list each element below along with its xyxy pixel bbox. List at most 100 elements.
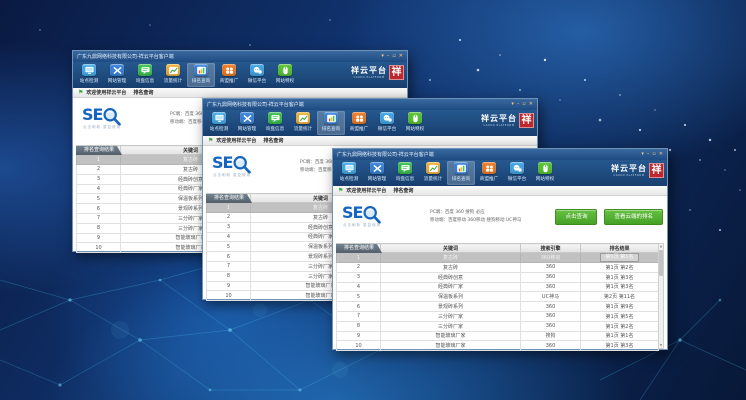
maximize-button[interactable]: ▫ (652, 150, 655, 159)
seo-mobile-line: 移动端：百度移动 360移动 搜狗移动 UC神马 (430, 217, 521, 225)
table-row[interactable]: 3 经典砖创意 360 第1页 第3名 (337, 272, 659, 282)
toolbar-item-label: 网站管理 (108, 77, 126, 83)
toolbar-item-wechat[interactable]: 微信平台 (373, 111, 401, 135)
toolbar-item-inquiry[interactable]: 询盘信息 (391, 161, 419, 185)
toolbar-item-alliance-promo[interactable]: 商盟推广 (345, 111, 373, 135)
seo-wordmark: SE (342, 205, 362, 221)
main-toolbar: 站点检测 网站管理 询盘信息 流量统计 (203, 110, 537, 136)
table-row[interactable]: 9 智能玻璃厂家 搜狗 第1页 第1名 (337, 331, 659, 341)
window-titlebar[interactable]: 广东九鼎网络科技有限公司-祥云平台客户端 ▾ – ▫ ✕ (333, 149, 667, 160)
toolbar-item-label: 微信平台 (508, 175, 526, 181)
maximize-button[interactable]: ▫ (522, 100, 525, 109)
welcome-bar: ⚑ 欢迎使用祥云平台 排名查询 (73, 88, 407, 98)
table-row[interactable]: 2 复古砖 360 第1页 第2名 (337, 263, 659, 273)
toolbar-item-inquiry[interactable]: 询盘信息 (261, 111, 289, 135)
toolbar-item-label: 流量统计 (294, 125, 312, 131)
window-titlebar[interactable]: 广东九鼎网络科技有限公司-祥云平台客户端 ▾ – ▫ ✕ (73, 51, 407, 62)
toolbar-item-inquiry[interactable]: 询盘信息 (131, 63, 159, 87)
welcome-bar: ⚑ 欢迎使用祥云平台 排名查询 (333, 186, 667, 196)
cell-serial: 4 (77, 184, 121, 194)
toolbar-item-site-manage[interactable]: 网站管理 (233, 111, 261, 135)
table-row[interactable]: 6 景观砖系列 360 第1页 第9名 (337, 302, 659, 312)
cell-keyword: 经典砖创意 (381, 272, 521, 282)
chat-icon (380, 112, 394, 124)
main-toolbar: 站点检测 网站管理 询盘信息 流量统计 (333, 160, 667, 186)
toolbar-item-traffic-stats[interactable]: 流量统计 (419, 161, 447, 185)
maximize-button[interactable]: ▫ (392, 52, 395, 61)
window-controls: ▾ – ▫ ✕ (641, 150, 663, 159)
toolbar-item-site-check[interactable]: 站点检测 (335, 161, 363, 185)
toolbar-item-wechat[interactable]: 微信平台 (243, 63, 271, 87)
cell-keyword: 保温板系列 (381, 292, 521, 302)
table-row[interactable]: 8 三分砖厂家 360 第1页 第2名 (337, 321, 659, 331)
toolbar-item-traffic-stats[interactable]: 流量统计 (159, 63, 187, 87)
desktop-background: 广东九鼎网络科技有限公司-祥云平台客户端 ▾ – ▫ ✕ 站点检测 网站管理 (0, 0, 746, 400)
toolbar-item-label: 商盟推广 (220, 77, 238, 83)
cell-serial: 2 (337, 263, 381, 273)
brand-name: 祥云平台 (481, 115, 517, 123)
cell-rank: 第1页 第9名 (581, 302, 659, 312)
scroll-up-arrow[interactable]: ▲ (659, 244, 663, 249)
scrollbar-thumb[interactable] (659, 250, 663, 276)
window-titlebar[interactable]: 广东九鼎网络科技有限公司-祥云平台客户端 ▾ – ▫ ✕ (203, 99, 537, 110)
query-button[interactable]: 点击查询 (555, 209, 597, 225)
app-window: 广东九鼎网络科技有限公司-祥云平台客户端 ▾ – ▫ ✕ 站点检测 网站管理 (332, 148, 668, 350)
seo-magnifier-icon (102, 107, 122, 127)
minimize-button[interactable]: – (517, 100, 520, 109)
tab-rank-results[interactable]: 排名查询结果 (76, 146, 122, 155)
monitor-icon (342, 162, 356, 174)
tab-rank-results[interactable]: 排名查询结果 (206, 194, 252, 203)
brand-block: 祥云平台 CLOUD PLATFORM 祥 (611, 163, 664, 178)
table-row[interactable]: 1 复古砖 360移动 第1页 第1名 (337, 253, 659, 263)
minimize-button[interactable]: – (647, 150, 650, 159)
bar-chart-icon (454, 162, 468, 174)
toolbar-item-rank-query[interactable]: 排名查询 (447, 161, 475, 185)
toolbar-item-label: 网站特权 (536, 175, 554, 181)
toolbar-item-rank-query[interactable]: 排名查询 (187, 63, 215, 87)
toolbar-item-site-privilege[interactable]: 网站特权 (271, 63, 299, 87)
toolbar-item-site-privilege[interactable]: 网站特权 (531, 161, 559, 185)
view-cloud-rank-button[interactable]: 查看云端的排名 (604, 209, 663, 225)
toolbar-item-rank-query[interactable]: 排名查询 (317, 111, 345, 135)
seo-magnifier-icon (232, 155, 252, 175)
toolbar-item-label: 询盘信息 (266, 125, 284, 131)
toolbar-item-label: 网站管理 (368, 175, 386, 181)
flag-icon: ⚑ (208, 138, 213, 144)
close-button[interactable]: ✕ (399, 52, 403, 61)
toolbar-item-alliance-promo[interactable]: 商盟推广 (215, 63, 243, 87)
cell-serial: 4 (207, 232, 251, 242)
result-tab-strip: 排名查询结果 (333, 234, 667, 243)
scroll-down-arrow[interactable]: ▼ (659, 343, 663, 348)
cell-keyword: 复古砖 (381, 263, 521, 273)
toolbar-item-label: 排名查询 (192, 77, 210, 83)
toolbar-item-label: 询盘信息 (136, 77, 154, 83)
close-button[interactable]: ✕ (529, 100, 533, 109)
table-row[interactable]: 10 智能玻璃厂家 360 第1页 第3名 (337, 341, 659, 351)
toolbar-item-wechat[interactable]: 微信平台 (503, 161, 531, 185)
toolbar-item-site-privilege[interactable]: 网站特权 (401, 111, 429, 135)
main-toolbar: 站点检测 网站管理 询盘信息 流量统计 (73, 62, 407, 88)
welcome-section: 排名查询 (133, 89, 153, 96)
toolbar-item-alliance-promo[interactable]: 商盟推广 (475, 161, 503, 185)
cell-keyword: 景观砖系列 (381, 302, 521, 312)
toolbar-item-site-check[interactable]: 站点检测 (205, 111, 233, 135)
cell-serial: 5 (337, 292, 381, 302)
table-scrollbar[interactable]: ▲ ▼ (658, 243, 664, 349)
toolbar-item-site-manage[interactable]: 网站管理 (363, 161, 391, 185)
skin-button[interactable]: ▾ (511, 100, 514, 109)
table-row[interactable]: 5 保温板系列 UC神马 第2页 第11名 (337, 292, 659, 302)
cell-serial: 1 (337, 253, 381, 263)
brand-name: 祥云平台 (611, 165, 647, 173)
skin-button[interactable]: ▾ (381, 52, 384, 61)
bar-chart-icon (194, 64, 208, 76)
table-row[interactable]: 4 经典砖厂家 360 第1页 第3名 (337, 282, 659, 292)
minimize-button[interactable]: – (387, 52, 390, 61)
tab-rank-results[interactable]: 排名查询结果 (336, 244, 382, 253)
toolbar-item-site-manage[interactable]: 网站管理 (103, 63, 131, 87)
close-button[interactable]: ✕ (659, 150, 663, 159)
skin-button[interactable]: ▾ (641, 150, 644, 159)
table-row[interactable]: 7 三分砖厂家 360 第1页 第5名 (337, 311, 659, 321)
toolbar-item-site-check[interactable]: 站点检测 (75, 63, 103, 87)
brand-subtitle: CLOUD PLATFORM (353, 75, 385, 79)
toolbar-item-traffic-stats[interactable]: 流量统计 (289, 111, 317, 135)
